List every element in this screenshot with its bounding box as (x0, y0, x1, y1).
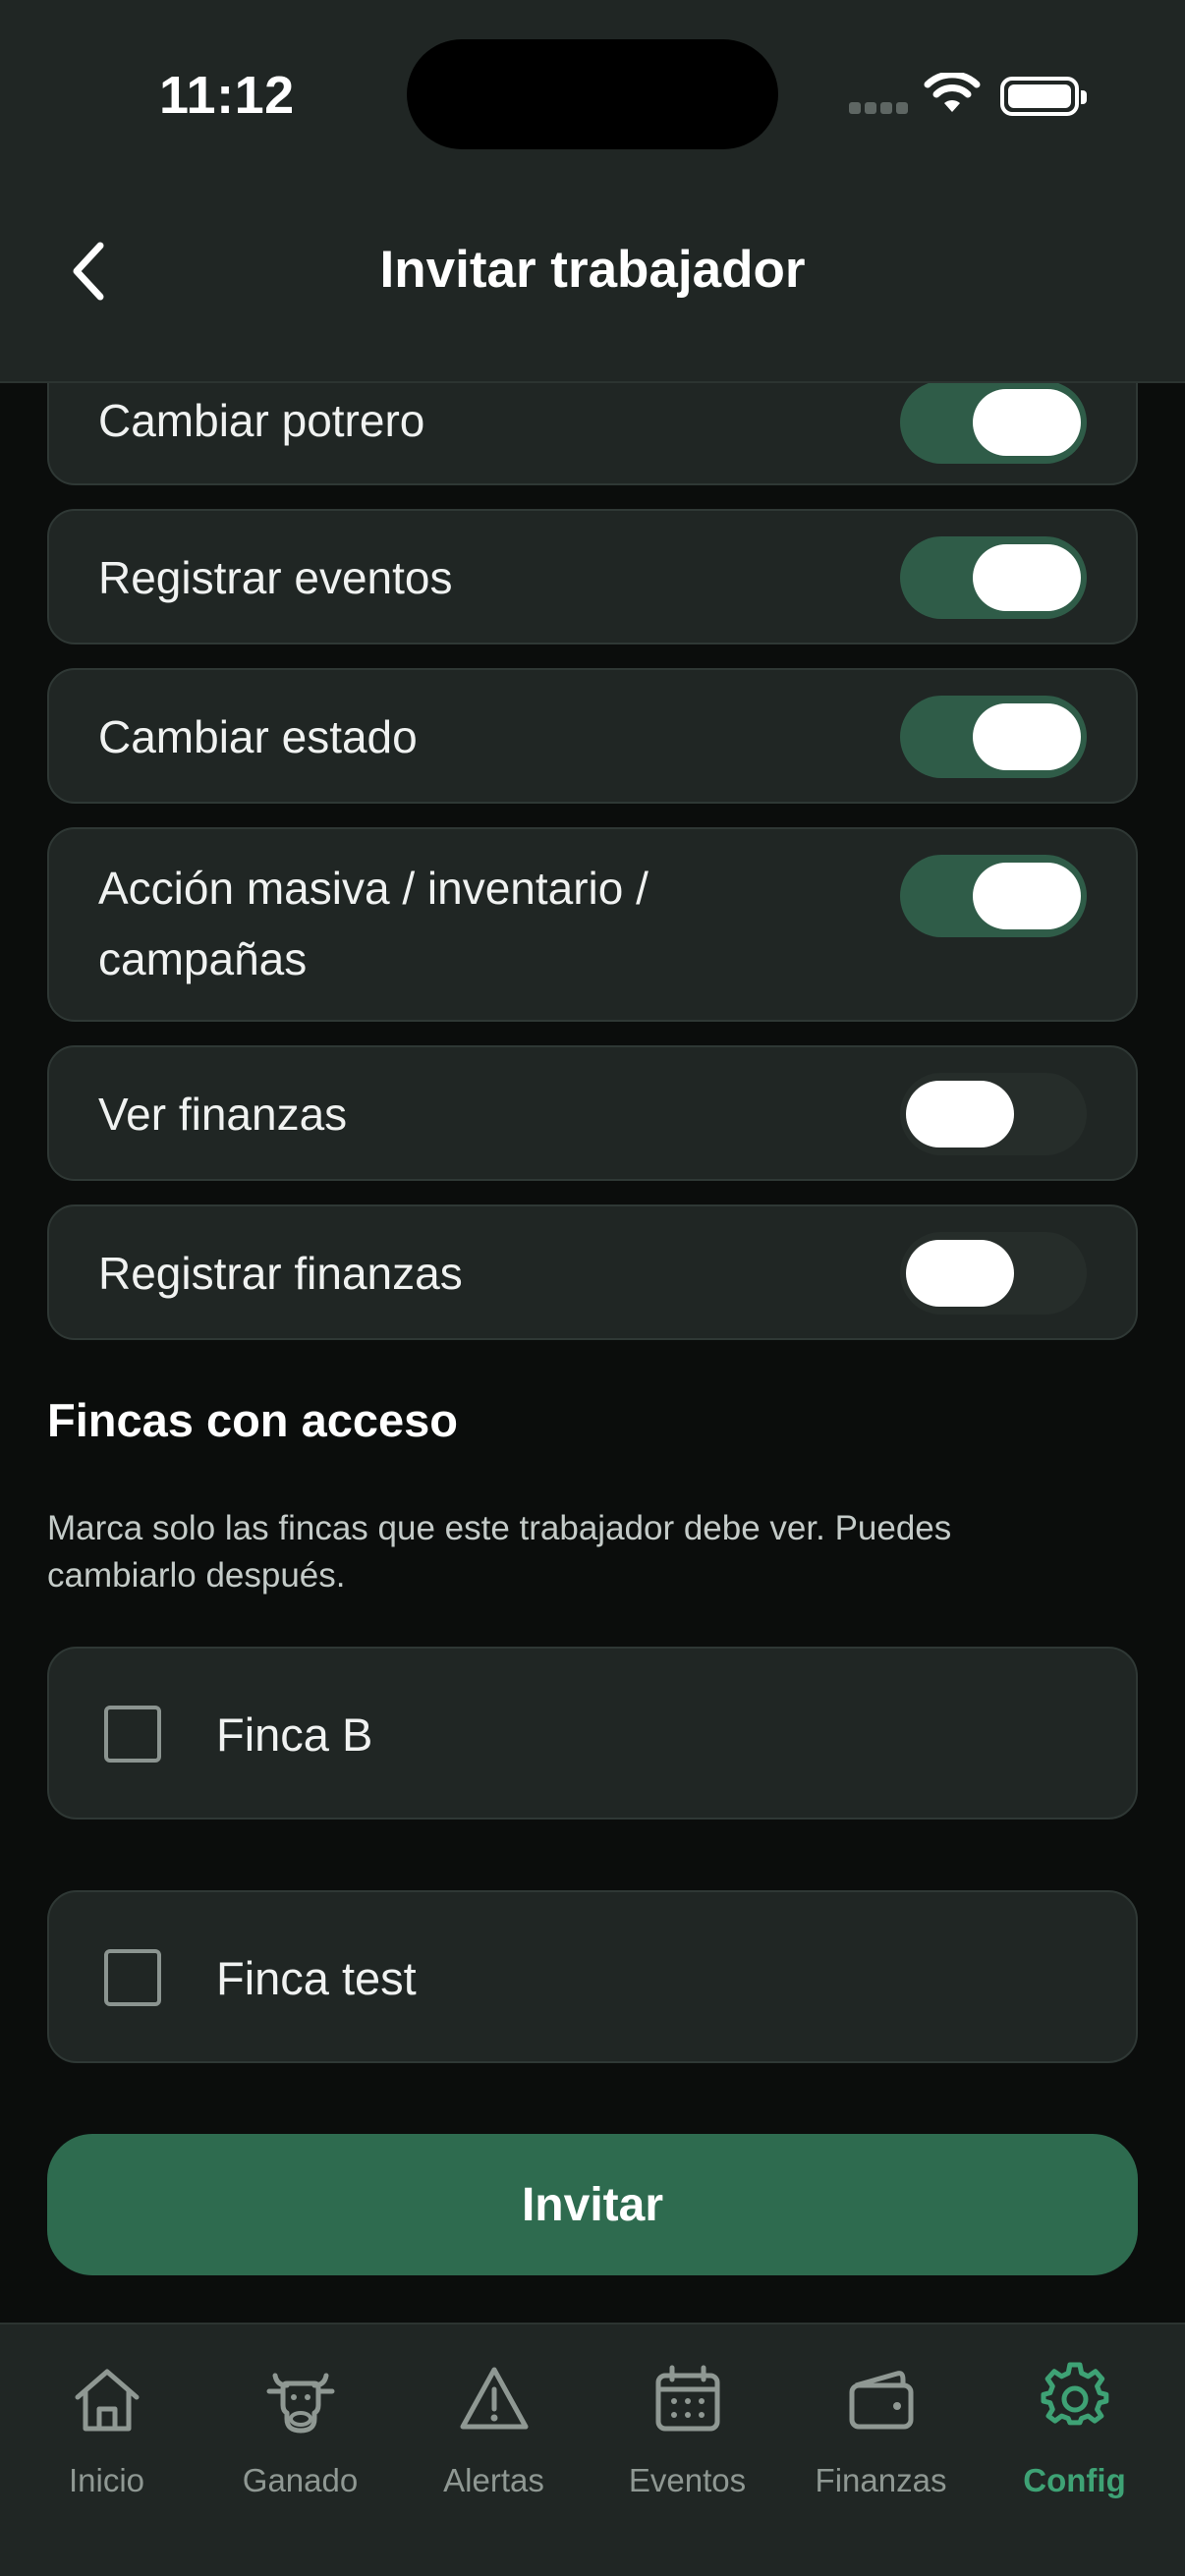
tab-config[interactable]: Config (978, 2324, 1171, 2521)
permission-label: Cambiar estado (98, 711, 418, 762)
farm-label: Finca B (216, 1708, 373, 1761)
tab-ganado[interactable]: Ganado (203, 2324, 397, 2521)
permission-toggle[interactable] (900, 1232, 1087, 1315)
tab-label: Alertas (443, 2462, 544, 2498)
tab-label: Config (1023, 2462, 1126, 2498)
permission-row-accion-masiva: Acción masiva / inventario / campañas (47, 827, 1138, 1022)
permission-row-registrar-eventos: Registrar eventos (47, 509, 1138, 644)
permission-label: Acción masiva / inventario / campañas (98, 863, 649, 984)
tab-bar: Inicio Ganado Alertas Eventos Finanzas C… (0, 2323, 1185, 2576)
farm-option-finca-b[interactable]: Finca B (47, 1647, 1138, 1820)
tab-label: Eventos (628, 2462, 747, 2498)
page-title: Invitar trabajador (379, 241, 806, 299)
tab-alertas[interactable]: Alertas (397, 2324, 591, 2521)
farm-option-finca-test[interactable]: Finca test (47, 1890, 1138, 2063)
toggle-knob (973, 389, 1081, 456)
tab-inicio[interactable]: Inicio (10, 2324, 203, 2521)
tab-label: Finanzas (815, 2462, 947, 2498)
permission-label: Registrar finanzas (98, 1248, 463, 1299)
permission-row-cambiar-estado: Cambiar estado (47, 668, 1138, 804)
home-icon (75, 2369, 139, 2432)
permission-label: Registrar eventos (98, 552, 453, 603)
tab-finanzas[interactable]: Finanzas (784, 2324, 978, 2521)
checkbox[interactable] (104, 1706, 161, 1763)
header: 11:12 Invitar trabajador (0, 0, 1185, 383)
wifi-icon (924, 73, 981, 112)
gear-icon (1040, 2362, 1108, 2426)
invite-button[interactable]: Invitar (47, 2134, 1138, 2275)
wallet-icon (849, 2371, 913, 2430)
toggle-knob (973, 863, 1081, 929)
checkbox[interactable] (104, 1949, 161, 2006)
permission-toggle[interactable] (900, 1073, 1087, 1155)
app-screen: Cambiar potrero Registrar eventos Cambia… (0, 0, 1185, 2576)
toggle-knob (973, 703, 1081, 770)
tab-label: Inicio (68, 2462, 145, 2498)
permission-toggle[interactable] (900, 696, 1087, 778)
permission-row-registrar-finanzas: Registrar finanzas (47, 1204, 1138, 1340)
permission-toggle[interactable] (900, 536, 1087, 619)
section-title: Fincas con acceso (47, 1394, 458, 1446)
permission-toggle[interactable] (900, 855, 1087, 937)
toggle-knob (906, 1240, 1014, 1307)
toggle-knob (973, 544, 1081, 611)
permission-label: Ver finanzas (98, 1089, 348, 1140)
permission-label: Cambiar potrero (98, 395, 425, 446)
status-time: 11:12 (159, 66, 295, 125)
farm-label: Finca test (216, 1952, 417, 2004)
cellular-signal-icon (849, 102, 908, 116)
cow-icon (266, 2373, 334, 2434)
warning-icon (460, 2367, 528, 2430)
tab-eventos[interactable]: Eventos (591, 2324, 784, 2521)
toggle-knob (906, 1081, 1014, 1148)
tab-label: Ganado (242, 2462, 359, 2498)
section-description: Marca solo las fincas que este trabajado… (47, 1509, 952, 1595)
calendar-icon (655, 2365, 719, 2432)
dynamic-island (407, 39, 778, 149)
battery-icon (1000, 77, 1087, 116)
permission-row-ver-finanzas: Ver finanzas (47, 1045, 1138, 1181)
permission-toggle[interactable] (900, 381, 1087, 464)
